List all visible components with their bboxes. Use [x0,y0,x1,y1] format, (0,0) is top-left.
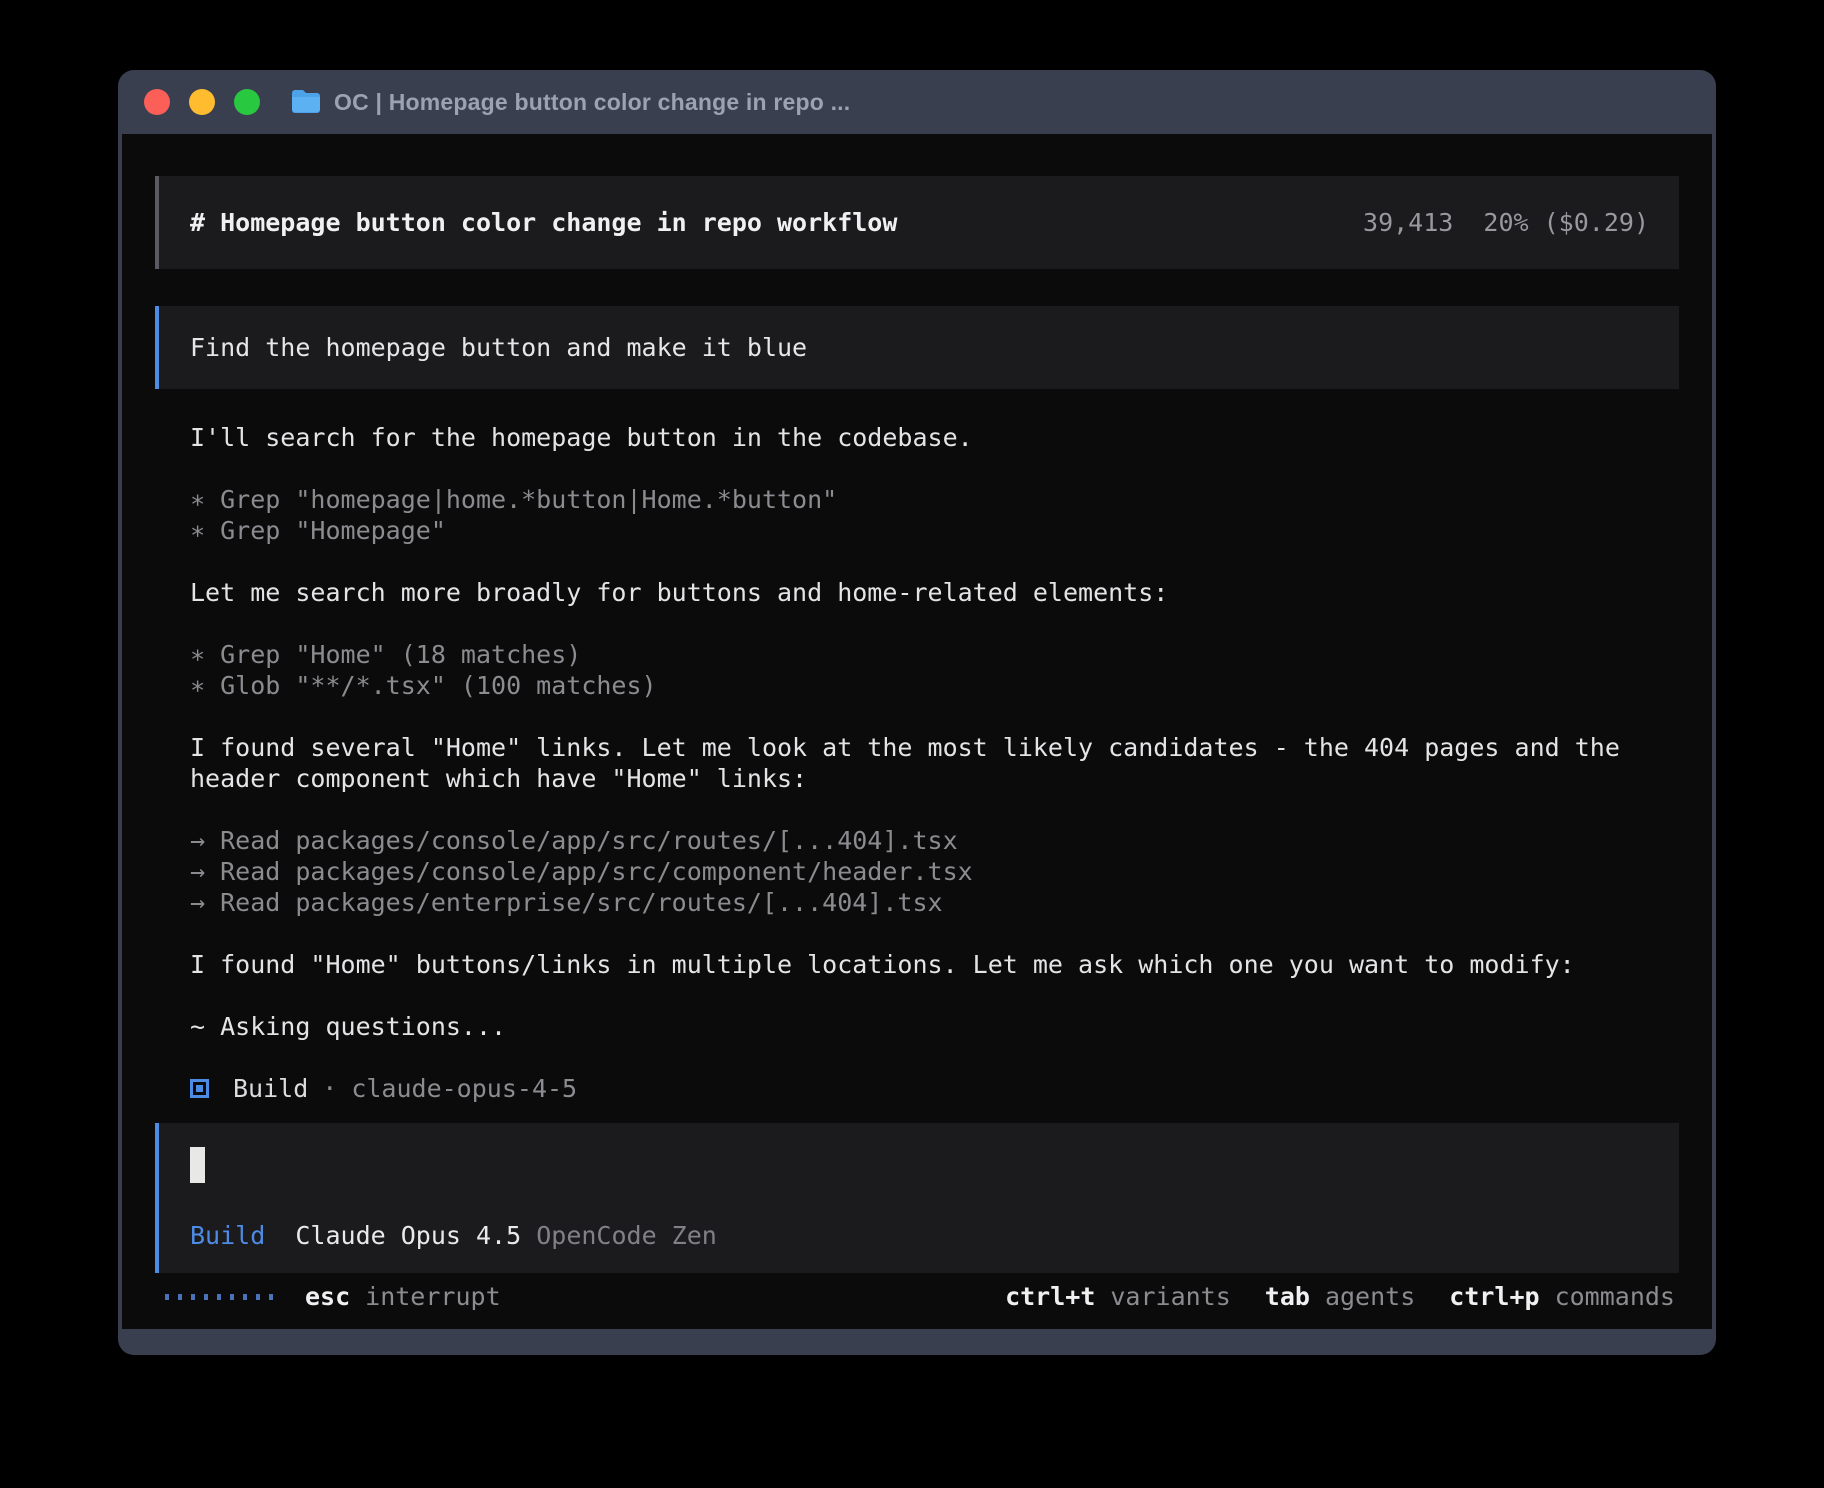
agent-model: claude-opus-4-5 [351,1073,577,1104]
meta-gap [521,1220,536,1251]
transcript-line [190,453,1672,484]
spinner-dot [230,1294,234,1300]
user-message: Find the homepage button and make it blu… [155,306,1679,389]
prompt-input[interactable]: Build Claude Opus 4.5 OpenCode Zen [155,1123,1679,1273]
hint-key: tab [1265,1281,1310,1312]
esc-action-label: interrupt [365,1281,500,1312]
transcript-line: Let me search more broadly for buttons a… [190,577,1672,608]
input-provider-label: OpenCode Zen [536,1220,717,1251]
keyboard-hints: ctrl+t variants tab agents ctrl+p commands [1005,1281,1675,1312]
keyboard-hint: ctrl+p commands [1449,1281,1675,1312]
spinner-dot [243,1294,247,1300]
transcript-line: → Read packages/console/app/src/routes/[… [190,825,1672,856]
keyboard-hint: tab agents [1265,1281,1415,1312]
token-usage: 39,413 20% ($0.29) [1363,207,1649,238]
status-bar: esc interrupt ctrl+tvariantstabagentsctr… [155,1281,1679,1312]
title-bar[interactable]: OC | Homepage button color change in rep… [118,70,1716,134]
transcript-line [190,608,1672,639]
minimize-button[interactable] [189,89,215,115]
transcript-line: ∗ Grep "homepage|home.*button|Home.*butt… [190,484,1672,515]
esc-key-hint: esc [305,1281,350,1312]
close-button[interactable] [144,89,170,115]
transcript-line [190,546,1672,577]
input-model-label[interactable]: Claude Opus 4.5 [295,1220,521,1251]
transcript-line: → Read packages/enterprise/src/routes/[.… [190,887,1672,918]
transcript-line: I found several "Home" links. Let me loo… [190,732,1672,763]
hint-label: variants [1110,1281,1230,1312]
input-meta: Build Claude Opus 4.5 OpenCode Zen [190,1220,1649,1251]
zoom-button[interactable] [234,89,260,115]
spinner-dot [191,1294,195,1300]
transcript-line [190,701,1672,732]
transcript-line: header component which have "Home" links… [190,763,1672,794]
transcript: I'll search for the homepage button in t… [190,422,1672,1042]
spinner-dot [178,1294,182,1300]
window-title: OC | Homepage button color change in rep… [334,89,850,116]
transcript-line [190,918,1672,949]
hint-label: commands [1555,1281,1675,1312]
user-message-text: Find the homepage button and make it blu… [190,332,807,363]
busy-spinner-dots [165,1294,273,1300]
keyboard-hint: ctrl+t variants [1005,1281,1231,1312]
hint-label: agents [1325,1281,1415,1312]
agent-separator: · [322,1073,337,1104]
transcript-line: ~ Asking questions... [190,1011,1672,1042]
transcript-line: ∗ Glob "**/*.tsx" (100 matches) [190,670,1672,701]
session-title: # Homepage button color change in repo w… [190,207,897,238]
title-group: OC | Homepage button color change in rep… [290,89,850,116]
folder-icon [290,89,322,115]
spinner-dot [256,1294,260,1300]
transcript-line: ∗ Grep "Homepage" [190,515,1672,546]
terminal-content: # Homepage button color change in repo w… [122,134,1712,1329]
transcript-line [190,980,1672,1011]
hint-key: ctrl+t [1005,1281,1095,1312]
terminal-window: OC | Homepage button color change in rep… [118,70,1716,1355]
spinner-dot [165,1294,169,1300]
transcript-line: I'll search for the homepage button in t… [190,422,1672,453]
spinner-dot [217,1294,221,1300]
spinner-dot [269,1294,273,1300]
transcript-line: I found "Home" buttons/links in multiple… [190,949,1672,980]
agent-icon [190,1079,209,1098]
input-agent-label[interactable]: Build [190,1220,265,1251]
spinner-dot [204,1294,208,1300]
meta-gap [265,1220,295,1251]
transcript-line: ∗ Grep "Home" (18 matches) [190,639,1672,670]
agent-name: Build [233,1073,308,1104]
traffic-lights [144,89,260,115]
hint-key: ctrl+p [1449,1281,1539,1312]
transcript-line [190,794,1672,825]
session-header: # Homepage button color change in repo w… [155,176,1679,269]
agent-status-row: Build · claude-opus-4-5 [190,1073,577,1104]
transcript-line: → Read packages/console/app/src/componen… [190,856,1672,887]
text-cursor [190,1147,205,1183]
